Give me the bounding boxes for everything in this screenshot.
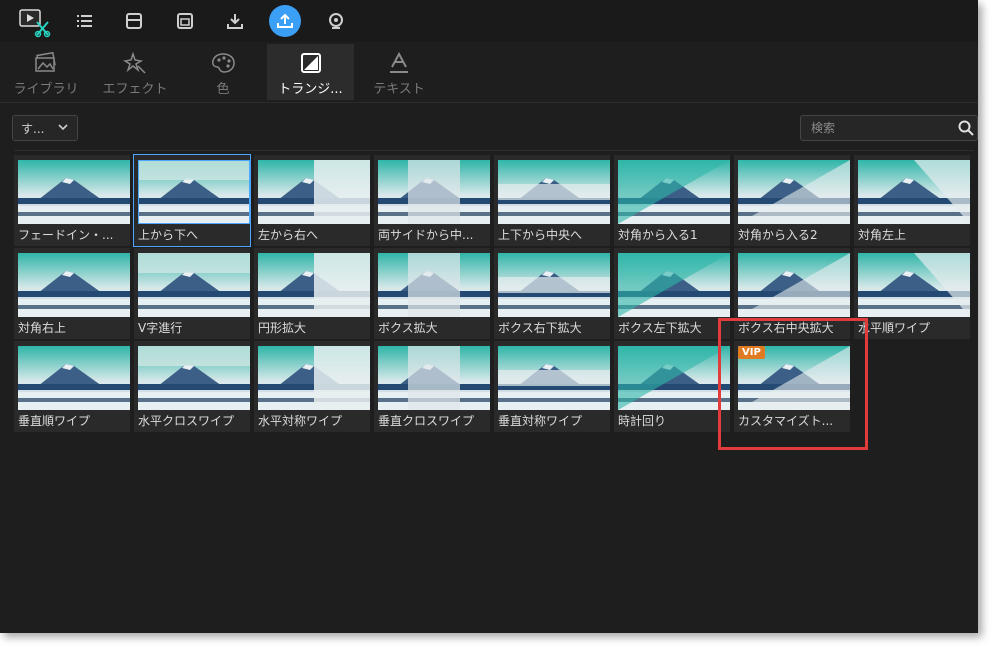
- category-dropdown[interactable]: す...: [12, 115, 78, 141]
- transition-card[interactable]: 水平順ワイプ: [854, 248, 970, 339]
- transition-label: ボクス拡大: [378, 321, 438, 335]
- sparkle-icon: [123, 50, 147, 76]
- transition-label: 時計回り: [618, 414, 667, 428]
- transition-thumbnail: [18, 160, 130, 224]
- transition-label: 上から下へ: [138, 228, 199, 242]
- transition-thumbnail: [858, 253, 970, 317]
- transition-thumbnail: [858, 160, 970, 224]
- transition-card[interactable]: 水平クロスワイプ: [134, 341, 250, 432]
- transition-card[interactable]: 垂直対称ワイプ: [494, 341, 610, 432]
- media-tabs: ライブラリ エフェクト 色 トランジ... テキスト: [0, 42, 978, 103]
- transition-card[interactable]: 左から右へ: [254, 155, 370, 246]
- transition-label: 両サイドから中...: [378, 228, 474, 242]
- transition-card[interactable]: ボクス右下拡大: [494, 248, 610, 339]
- transition-thumbnail: [138, 160, 250, 224]
- tab-label: エフェクト: [102, 82, 168, 97]
- transition-thumbnail: [498, 160, 610, 224]
- dropdown-value: す...: [21, 121, 45, 136]
- transition-thumbnail: [18, 346, 130, 410]
- transition-thumbnail: [498, 346, 610, 410]
- transition-label: 対角左上: [858, 228, 907, 242]
- transition-thumbnail: [258, 160, 370, 224]
- transition-card[interactable]: 両サイドから中...: [374, 155, 490, 246]
- palette-icon: [210, 50, 236, 76]
- tab-text[interactable]: テキスト: [356, 44, 442, 100]
- top-toolbar: [0, 0, 978, 43]
- transition-label: 水平クロスワイプ: [138, 414, 235, 428]
- transition-card[interactable]: 対角右上: [14, 248, 130, 339]
- transition-thumbnail: [738, 253, 850, 317]
- transition-thumbnail: [378, 160, 490, 224]
- transition-label: 円形拡大: [258, 321, 307, 335]
- transition-thumbnail: [138, 346, 250, 410]
- transition-thumbnail: [378, 346, 490, 410]
- list-icon[interactable]: [70, 6, 100, 36]
- search-input[interactable]: [809, 118, 953, 138]
- transition-label: フェードイン・...: [18, 228, 114, 242]
- tab-label: テキスト: [373, 82, 425, 97]
- transition-label: V字進行: [138, 321, 183, 335]
- transition-card[interactable]: 水平対称ワイプ: [254, 341, 370, 432]
- transition-card[interactable]: 上から下へ: [133, 154, 251, 247]
- layout-icon[interactable]: [119, 6, 149, 36]
- upload-icon[interactable]: [269, 5, 301, 37]
- tab-label: 色: [216, 82, 230, 97]
- transition-label: 水平順ワイプ: [858, 321, 931, 335]
- transition-label: 上下から中央へ: [498, 228, 583, 242]
- transition-card[interactable]: 垂直順ワイプ: [14, 341, 130, 432]
- transition-thumbnail: [498, 253, 610, 317]
- tab-label: ライブラリ: [13, 82, 79, 97]
- window-icon[interactable]: [170, 6, 200, 36]
- transition-card[interactable]: 上下から中央へ: [494, 155, 610, 246]
- download-icon[interactable]: [220, 6, 250, 36]
- highlight-box: [718, 318, 868, 450]
- tab-label: トランジ...: [278, 82, 343, 97]
- transition-card[interactable]: 時計回り: [614, 341, 730, 432]
- tab-effects[interactable]: エフェクト: [92, 44, 178, 100]
- text-icon: [388, 50, 410, 76]
- transition-label: 対角右上: [18, 321, 67, 335]
- transition-label: 垂直順ワイプ: [18, 414, 91, 428]
- search-box: [800, 115, 978, 141]
- transition-card[interactable]: フェードイン・...: [14, 155, 130, 246]
- transition-thumbnail: [618, 253, 730, 317]
- transition-card[interactable]: V字進行: [134, 248, 250, 339]
- webcam-icon[interactable]: [321, 6, 351, 36]
- tab-library[interactable]: ライブラリ: [3, 44, 89, 100]
- transition-thumbnail: [258, 253, 370, 317]
- transition-thumbnail: [378, 253, 490, 317]
- transition-label: ボクス右下拡大: [498, 321, 582, 335]
- transition-card[interactable]: 対角から入る1: [614, 155, 730, 246]
- app-window: ライブラリ エフェクト 色 トランジ... テキスト す... 検索 フェードイ…: [0, 0, 978, 633]
- transition-thumbnail: [618, 346, 730, 410]
- tab-color[interactable]: 色: [180, 44, 266, 100]
- transition-card[interactable]: 対角左上: [854, 155, 970, 246]
- transition-thumbnail: [18, 253, 130, 317]
- transition-icon: [300, 50, 322, 76]
- transition-card[interactable]: 対角から入る2: [734, 155, 850, 246]
- transition-label: 対角から入る1: [618, 228, 698, 242]
- chevron-down-icon: [58, 124, 68, 131]
- transition-label: 垂直対称ワイプ: [498, 414, 583, 428]
- transition-card[interactable]: 垂直クロスワイプ: [374, 341, 490, 432]
- transition-label: ボクス左下拡大: [618, 321, 702, 335]
- transition-card[interactable]: ボクス左下拡大: [614, 248, 730, 339]
- transition-label: 水平対称ワイプ: [258, 414, 343, 428]
- transition-card[interactable]: 円形拡大: [254, 248, 370, 339]
- tab-transitions[interactable]: トランジ...: [267, 44, 354, 100]
- transition-thumbnail: [258, 346, 370, 410]
- transition-thumbnail: [738, 160, 850, 224]
- search-icon[interactable]: [957, 119, 975, 137]
- transition-thumbnail: [618, 160, 730, 224]
- transition-label: 左から右へ: [258, 228, 319, 242]
- app-logo-icon: [17, 4, 51, 38]
- transition-card[interactable]: ボクス拡大: [374, 248, 490, 339]
- transition-label: 対角から入る2: [738, 228, 818, 242]
- transition-thumbnail: [138, 253, 250, 317]
- photos-icon: [34, 50, 58, 76]
- transition-label: 垂直クロスワイプ: [378, 414, 475, 428]
